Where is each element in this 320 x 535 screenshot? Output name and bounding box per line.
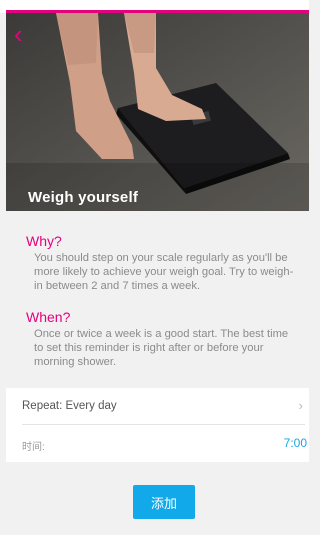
time-row[interactable]: 时间: 7:00	[6, 425, 309, 461]
time-value[interactable]: 7:00	[284, 436, 307, 450]
page-title: Weigh yourself	[28, 189, 139, 206]
why-heading: Why?	[26, 233, 62, 249]
top-bar	[0, 0, 309, 13]
repeat-row[interactable]: Repeat: Every day ›	[6, 388, 309, 424]
info-section: Why? You should step on your scale regul…	[6, 211, 309, 388]
back-button[interactable]: ‹	[14, 21, 38, 47]
add-button[interactable]: 添加	[133, 485, 195, 519]
chevron-left-icon: ‹	[14, 19, 23, 49]
time-label: 时间:	[22, 442, 45, 453]
when-text: Once or twice a week is a good start. Th…	[34, 328, 289, 368]
repeat-label: Repeat: Every day	[22, 400, 117, 412]
scale-photo	[6, 13, 309, 211]
why-text: You should step on your scale regularly …	[34, 252, 294, 292]
chevron-right-icon: ›	[298, 398, 303, 413]
when-heading: When?	[26, 309, 71, 325]
reminder-settings: Repeat: Every day › 时间: 7:00	[6, 388, 309, 462]
hero-image: ‹ Weigh yourself	[6, 13, 309, 211]
